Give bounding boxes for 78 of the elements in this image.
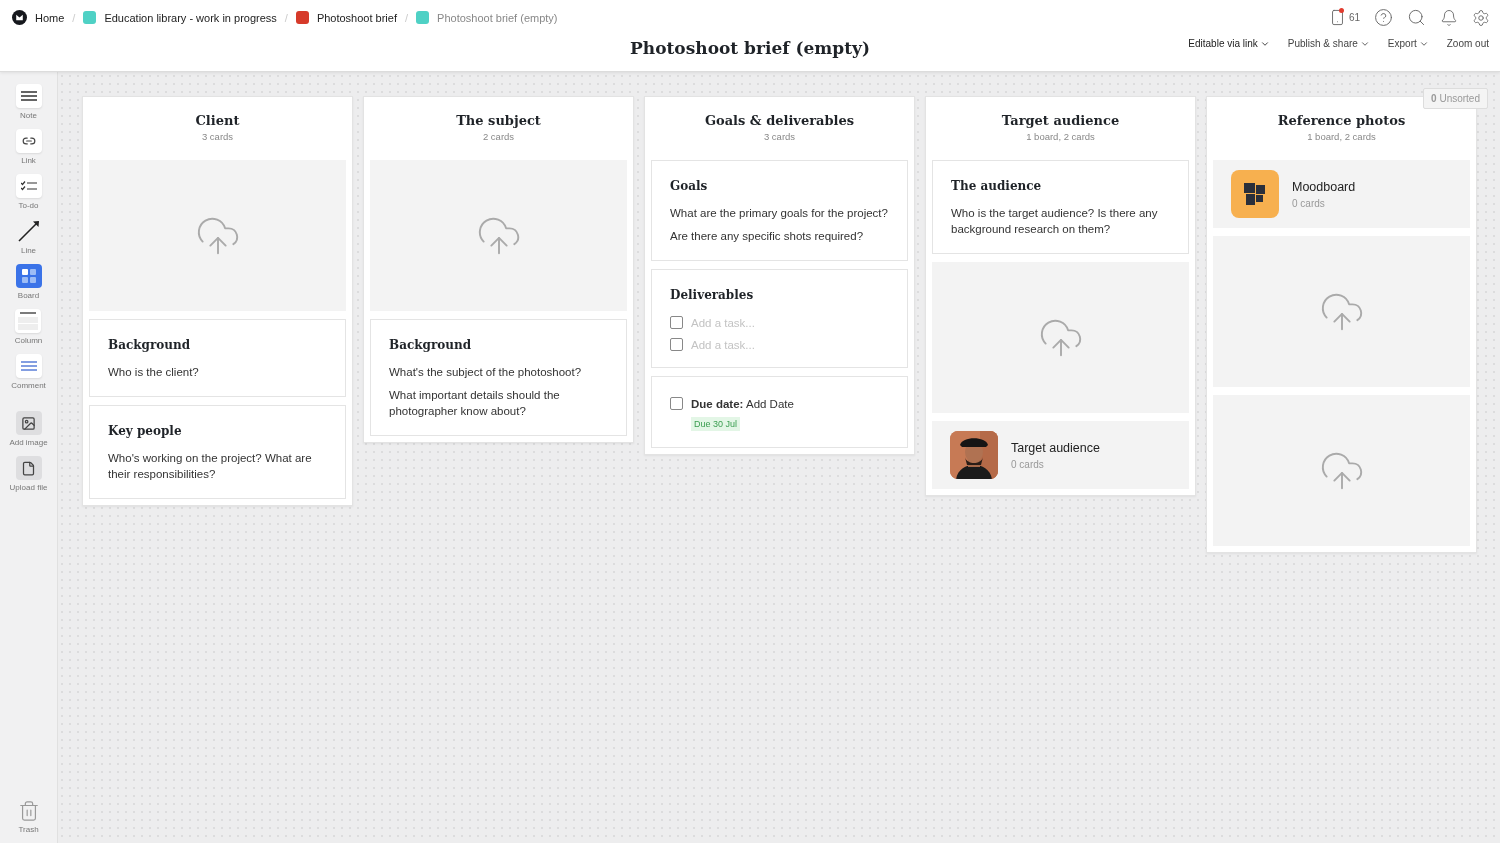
breadcrumb-link[interactable]: Photoshoot brief (295, 11, 397, 24)
settings-icon (1472, 8, 1490, 27)
card-count: 1 board, 2 cards (1026, 131, 1095, 142)
board-card-count: 0 cards (1292, 197, 1326, 209)
image-icon (21, 415, 36, 431)
file-icon (21, 460, 36, 476)
note-icon (20, 91, 37, 101)
due-date-card[interactable]: Due date: Add Date Due 30 Jul (651, 376, 908, 448)
card-title: Background (108, 338, 192, 352)
card-count: 3 cards (763, 131, 796, 142)
column-title: Client (195, 113, 240, 128)
tool-button[interactable]: Add image (9, 411, 48, 447)
card-count: 2 cards (482, 131, 515, 142)
column-title: Goals & deliverables (704, 113, 855, 128)
help-icon (1374, 8, 1393, 27)
card-count: 1 board, 2 cards (1307, 131, 1376, 142)
comment-icon (20, 361, 37, 371)
card-title: Deliverables (670, 288, 755, 302)
breadcrumb-separator: / (284, 11, 288, 24)
card-text: Who is the target audience? Is there any background research on them? (951, 206, 1159, 237)
board-icon (1244, 183, 1266, 205)
todo-card[interactable]: Deliverables Add a task... Add a task... (651, 269, 908, 368)
card-title: Goals (670, 179, 709, 193)
board-card[interactable]: Moodboard 0 cards (1213, 160, 1470, 228)
breadcrumb-link[interactable]: Home (12, 10, 65, 25)
settings-button[interactable] (1472, 8, 1490, 27)
board-title: Photoshoot brief (empty) (630, 37, 870, 58)
trash-icon (17, 800, 40, 822)
breadcrumb-separator: / (405, 11, 409, 24)
note-card[interactable]: Key people Who's working on the project? What are their responsibilities? (89, 405, 346, 499)
device-button[interactable]: 61 (1328, 9, 1360, 26)
board-title: Moodboard (1292, 179, 1356, 194)
note-card[interactable]: The audience Who is the target audience? Is there any background research on them? (932, 160, 1189, 254)
menu-dropdown[interactable]: Publish & share (1287, 38, 1370, 49)
card-text: Who's working on the project? What are their responsibilities? (108, 451, 313, 482)
board-card-count: 0 cards (1011, 458, 1045, 470)
card-count: 3 cards (201, 131, 234, 142)
breadcrumb-link[interactable]: Education library - work in progress (83, 11, 277, 24)
trash-button[interactable]: Trash (17, 800, 40, 834)
menu-dropdown[interactable]: Export (1387, 38, 1429, 49)
column-title: Reference photos (1277, 113, 1406, 128)
search-button[interactable] (1407, 8, 1426, 27)
notifications-button[interactable] (1440, 8, 1458, 27)
column-title: The subject (456, 113, 541, 128)
zoom-out-button[interactable]: Zoom out (1446, 38, 1489, 49)
board-card[interactable]: Target audience 0 cards (932, 421, 1189, 489)
board-title: Target audience (1011, 440, 1100, 455)
search-icon (1407, 8, 1426, 27)
tool-button[interactable]: Line (15, 219, 42, 255)
card-title: The audience (951, 179, 1043, 193)
menu-dropdown[interactable]: Editable via link (1188, 38, 1270, 49)
due-date-text: Due date: Add Date (691, 397, 794, 410)
due-date-tag: Due 30 Jul (691, 417, 741, 431)
checkbox[interactable] (670, 397, 683, 410)
note-card[interactable]: Background What's the subject of the photoshoot? What important details should the photographer know about? (370, 319, 627, 436)
bell-icon (1440, 8, 1458, 27)
logo-icon (12, 10, 27, 25)
card-text: What are the primary goals for the project? (670, 206, 889, 221)
breadcrumb-separator: / (72, 11, 76, 24)
board-icon (21, 269, 36, 283)
checklist-icon (20, 181, 37, 191)
card-title: Background (389, 338, 473, 352)
note-card[interactable]: Goals What are the primary goals for the project? Are there any specific shots required? (651, 160, 908, 261)
checkbox[interactable] (670, 316, 683, 329)
note-card[interactable]: Background Who is the client? (89, 319, 346, 397)
card-text: What important details should the photographer know about? (389, 388, 561, 419)
help-button[interactable] (1374, 8, 1393, 27)
column-title: Target audience (1001, 113, 1120, 128)
checkbox[interactable] (670, 338, 683, 351)
column-icon (17, 311, 40, 331)
card-title: Key people (108, 424, 183, 438)
breadcrumb-link[interactable]: Photoshoot brief (empty) (416, 11, 558, 24)
card-text: Who is the client? (108, 365, 200, 380)
card-text: What's the subject of the photoshoot? (389, 365, 583, 380)
diagonal-line-icon (16, 219, 41, 243)
tool-button[interactable]: Upload file (9, 456, 48, 492)
link-icon (21, 134, 36, 148)
card-text: Are there any specific shots required? (670, 229, 865, 244)
